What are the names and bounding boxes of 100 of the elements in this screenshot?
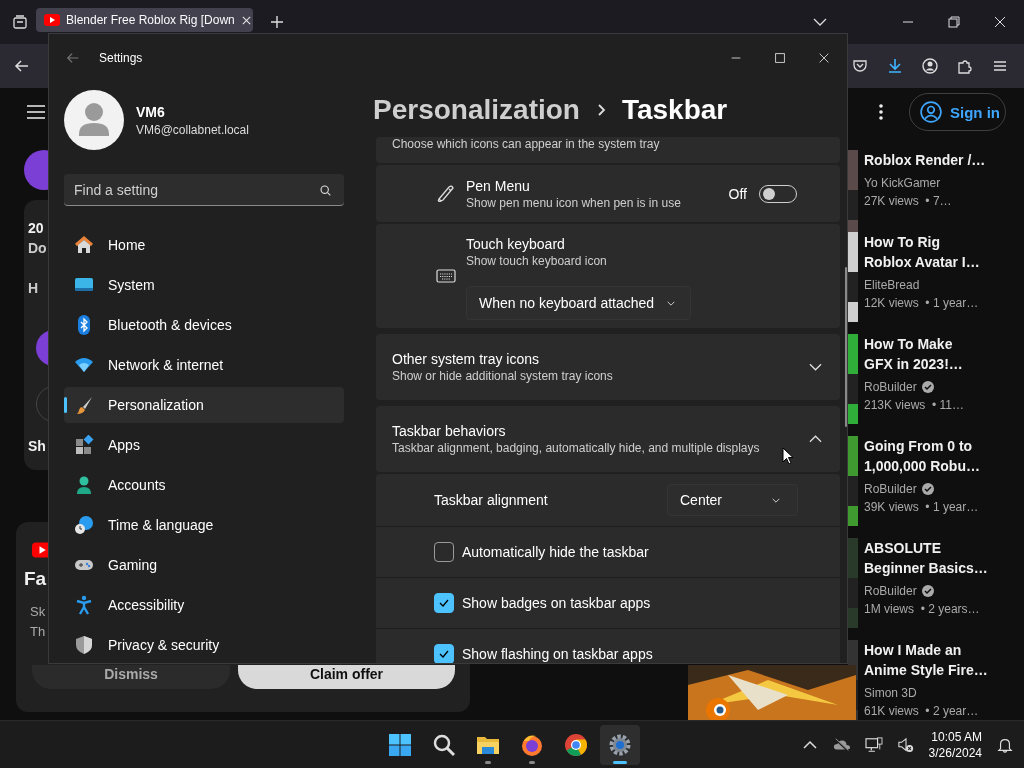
- keyboard-icon: [436, 268, 456, 284]
- channel-name[interactable]: Simon 3D: [864, 684, 988, 702]
- setting-title: Pen Menu: [466, 177, 531, 194]
- tab-list-icon[interactable]: [12, 14, 28, 30]
- more-options-icon[interactable]: [879, 104, 883, 120]
- channel-name[interactable]: Yo KickGamer: [864, 174, 986, 192]
- verified-check-icon: [921, 381, 934, 393]
- pocket-icon[interactable]: [852, 58, 868, 74]
- chevron-up-icon: [809, 435, 822, 443]
- breadcrumb-link[interactable]: Personalization: [373, 93, 580, 126]
- windows-logo-icon: [388, 732, 412, 757]
- section-title: Taskbar behaviors: [392, 423, 507, 439]
- plus-icon[interactable]: [269, 14, 285, 30]
- menu-icon[interactable]: [992, 58, 1008, 74]
- nav-item[interactable]: Accounts: [64, 467, 344, 503]
- video-title[interactable]: How To Rig Roblox Avatar I…: [864, 232, 980, 272]
- promo-text: Sk: [30, 604, 46, 619]
- checkbox[interactable]: [434, 593, 454, 613]
- cloud-off-icon[interactable]: [832, 736, 851, 753]
- section-title: Other system tray icons: [392, 351, 541, 367]
- promo-title: Fa: [24, 568, 47, 590]
- video-meta: 12K views • 1 year…: [864, 295, 980, 312]
- house-icon: [74, 235, 94, 255]
- chevron-right-icon: [595, 101, 606, 118]
- channel-name[interactable]: RoBuilder: [864, 378, 965, 396]
- nav-item[interactable]: Accessibility: [64, 587, 344, 623]
- puzzle-piece-icon[interactable]: [957, 58, 973, 74]
- account-icon[interactable]: [922, 58, 938, 74]
- channel-name[interactable]: RoBuilder: [864, 480, 980, 498]
- nav-item[interactable]: Apps: [64, 427, 344, 463]
- speaker-muted-icon[interactable]: [896, 736, 915, 753]
- setting-description: Choose which icons can appear in the system tray: [392, 137, 660, 151]
- person-circle-icon: [920, 101, 942, 123]
- restore-icon[interactable]: [946, 14, 962, 30]
- nav-item[interactable]: Privacy & security: [64, 627, 344, 663]
- scrollbar[interactable]: [845, 267, 847, 427]
- nav-item[interactable]: Bluetooth & devices: [64, 307, 344, 343]
- search-field[interactable]: Find a setting: [64, 174, 344, 206]
- maximize-icon[interactable]: [773, 51, 787, 65]
- back-arrow-icon[interactable]: [14, 58, 30, 74]
- expander-header[interactable]: Other system tray icons Show or hide additional system tray icons: [376, 334, 840, 400]
- close-icon[interactable]: [992, 14, 1008, 30]
- card-text: Sh: [28, 438, 46, 454]
- channel-name[interactable]: EliteBread: [864, 276, 980, 294]
- chrome-icon: [564, 732, 588, 757]
- globe-clock-icon: [74, 515, 94, 535]
- checkbox[interactable]: [434, 644, 454, 663]
- channel-name[interactable]: RoBuilder: [864, 582, 988, 600]
- nav-item[interactable]: Personalization: [64, 387, 344, 423]
- video-title[interactable]: Roblox Render /…: [864, 150, 986, 170]
- menu-icon[interactable]: [26, 104, 46, 120]
- close-icon[interactable]: [240, 14, 252, 26]
- checkmark-icon: [438, 597, 450, 609]
- checkmark-icon: [438, 648, 450, 660]
- setting-description: Show pen menu icon when pen is in use: [466, 195, 681, 210]
- dropdown[interactable]: When no keyboard attached: [466, 286, 691, 320]
- video-meta: 213K views • 11…: [864, 397, 965, 414]
- network-monitor-icon[interactable]: [864, 736, 883, 753]
- video-title[interactable]: ABSOLUTE Beginner Basics…: [864, 538, 988, 578]
- toggle-state-label: Off: [728, 185, 747, 202]
- nav-item[interactable]: Network & internet: [64, 347, 344, 383]
- section-description: Taskbar alignment, badging, automatically hide, and multiple displays: [392, 441, 760, 455]
- user-email: VM6@collabnet.local: [136, 122, 249, 137]
- page-title: Taskbar: [621, 93, 728, 126]
- taskbar-app[interactable]: [600, 724, 640, 765]
- checkbox-label: Show flashing on taskbar apps: [462, 646, 653, 662]
- nav-item[interactable]: System: [64, 267, 344, 303]
- browser-tab[interactable]: Blender Free Roblox Rig [Down: [36, 8, 253, 32]
- chevron-down-icon: [771, 496, 781, 504]
- checkbox[interactable]: [434, 542, 454, 562]
- checkbox-label: Show badges on taskbar apps: [462, 595, 651, 611]
- accessibility-figure-icon: [74, 595, 94, 615]
- chevron-down-icon: [666, 299, 677, 307]
- chevron-down-icon: [809, 363, 822, 371]
- download-icon[interactable]: [887, 58, 903, 74]
- section-description: Show or hide additional system tray icons: [392, 369, 613, 383]
- verified-check-icon: [921, 483, 934, 495]
- close-icon[interactable]: [817, 51, 831, 65]
- clock[interactable]: 10:05 AM 3/26/2024: [928, 728, 982, 761]
- video-title[interactable]: Going From 0 to 1,000,000 Robu…: [864, 436, 980, 476]
- video-meta: 1M views • 2 years…: [864, 601, 981, 618]
- gear-icon: [608, 732, 632, 757]
- claim-offer-button[interactable]: Claim offer: [238, 665, 455, 689]
- apps-grid-icon: [74, 435, 94, 455]
- dismiss-button[interactable]: Dismiss: [32, 665, 230, 689]
- checkbox-label: Automatically hide the taskbar: [462, 544, 649, 560]
- shield-icon: [74, 635, 94, 655]
- search-icon: [432, 732, 456, 757]
- window-title: Settings: [99, 51, 143, 65]
- bell-icon[interactable]: [996, 736, 1014, 753]
- nav-item[interactable]: Gaming: [64, 547, 344, 583]
- nav-item[interactable]: Time & language: [64, 507, 344, 543]
- video-title[interactable]: How To Make GFX in 2023!…: [864, 334, 965, 374]
- dropdown[interactable]: Center: [667, 484, 798, 516]
- tab-title: Blender Free Roblox Rig [Down: [66, 13, 235, 27]
- nav-item[interactable]: Home: [64, 227, 344, 263]
- expander-header[interactable]: Taskbar behaviors Taskbar alignment, badging, automatically hide, and multiple displays: [376, 406, 840, 472]
- play-logo-icon: [44, 14, 60, 26]
- card-text: 20: [28, 220, 44, 236]
- video-title[interactable]: How I Made an Anime Style Fire…: [864, 640, 988, 680]
